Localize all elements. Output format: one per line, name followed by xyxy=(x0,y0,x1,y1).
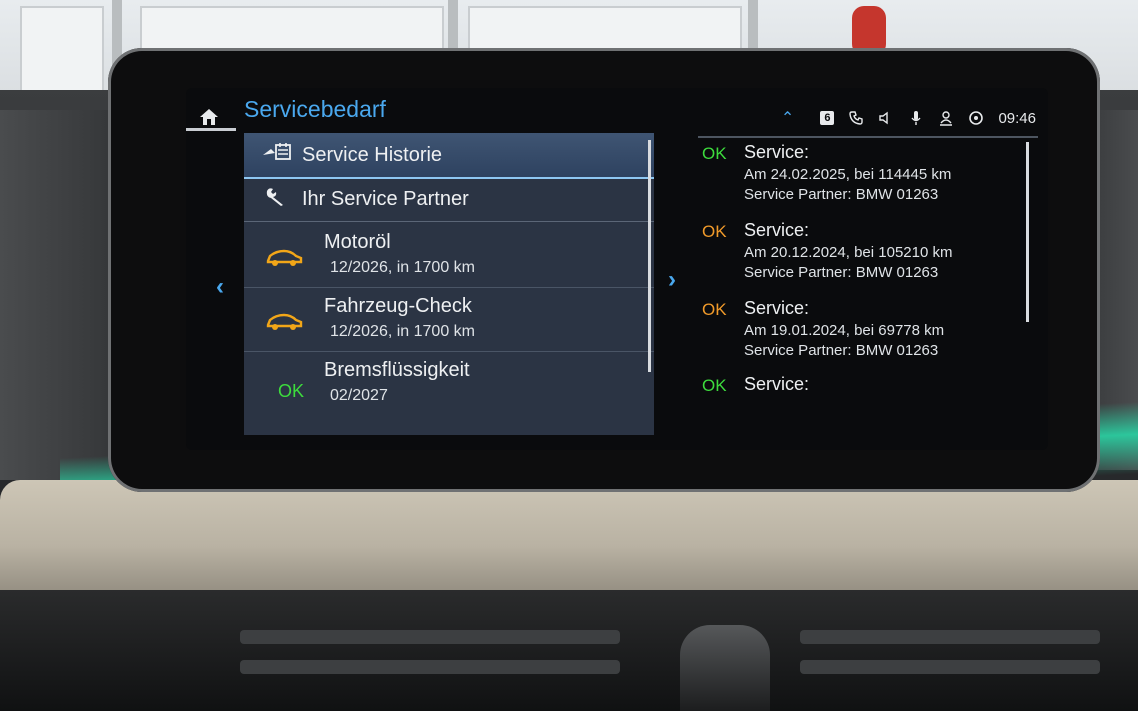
history-item[interactable]: OK Service: Am 19.01.2024, bei 69778 km … xyxy=(702,294,1022,370)
history-partner: Service Partner: BMW 01263 xyxy=(744,342,939,359)
ok-badge: OK xyxy=(702,376,727,395)
menu-item-service-historie[interactable]: Service Historie xyxy=(244,133,654,179)
history-label: Service: xyxy=(744,142,810,162)
air-vent xyxy=(240,630,620,644)
air-vent xyxy=(800,660,1100,674)
user-icon xyxy=(940,111,953,126)
history-partner: Service Partner: BMW 01263 xyxy=(744,264,939,281)
service-menu: Service Historie Ihr Service Partner Mot… xyxy=(244,133,654,435)
menu-scrollbar[interactable] xyxy=(648,140,651,372)
history-date: Am 24.02.2025, bei 114445 km xyxy=(744,166,952,183)
page-title: Servicebedarf xyxy=(244,96,386,122)
air-vent xyxy=(800,630,1100,644)
hazard-button[interactable] xyxy=(680,625,770,711)
air-vent xyxy=(240,660,620,674)
history-item[interactable]: OK Service: Am 20.12.2024, bei 105210 km… xyxy=(702,216,1022,292)
history-scrollbar[interactable] xyxy=(1026,142,1029,322)
history-item[interactable]: OK Service: xyxy=(702,370,1022,410)
home-underline xyxy=(186,128,236,131)
home-icon xyxy=(200,109,218,125)
entry-value: 12/2026, in 1700 km xyxy=(330,259,475,276)
lower-console xyxy=(0,590,1138,711)
dashboard-trim xyxy=(0,480,1138,600)
wrench-icon xyxy=(252,185,302,213)
history-date: Am 19.01.2024, bei 69778 km xyxy=(744,322,945,339)
infotainment-screen: Servicebedarf ⌃ 6 09:46 ‹ Service Histor… xyxy=(186,88,1048,450)
status-bar: ⌃ 6 09:46 xyxy=(781,106,1036,130)
entry-name: Bremsflüssigkeit xyxy=(324,359,470,381)
history-label: Service: xyxy=(744,374,810,394)
service-history-icon xyxy=(252,141,302,169)
entry-value: 02/2027 xyxy=(330,387,388,404)
menu-item-service-partner[interactable]: Ihr Service Partner xyxy=(244,177,654,222)
phone-icon xyxy=(849,111,864,125)
microphone-icon xyxy=(911,111,921,125)
speaker-icon xyxy=(879,111,889,125)
entry-name: Fahrzeug-Check xyxy=(324,295,472,317)
ok-badge: OK xyxy=(702,300,727,319)
ok-badge: OK xyxy=(702,144,727,163)
list-item-fahrzeug-check[interactable]: Fahrzeug-Check 12/2026, in 1700 km xyxy=(244,287,654,352)
nav-next-button[interactable]: › xyxy=(668,266,676,294)
home-button[interactable] xyxy=(194,98,224,126)
history-item[interactable]: OK Service: Am 24.02.2025, bei 114445 km… xyxy=(702,138,1022,214)
connected-drive-icon xyxy=(969,111,984,125)
ok-badge: OK xyxy=(278,381,305,401)
history-label: Service: xyxy=(744,298,810,318)
chevron-up-icon[interactable]: ⌃ xyxy=(781,108,794,128)
clock: 09:46 xyxy=(998,109,1036,127)
car-icon xyxy=(266,313,303,330)
notification-badge[interactable]: 6 xyxy=(820,111,835,125)
menu-item-label: Ihr Service Partner xyxy=(302,187,469,210)
list-item-motoroel[interactable]: Motoröl 12/2026, in 1700 km xyxy=(244,223,654,288)
car-icon xyxy=(266,249,303,266)
nav-prev-button[interactable]: ‹ xyxy=(216,273,224,301)
history-partner: Service Partner: BMW 01263 xyxy=(744,186,939,203)
history-label: Service: xyxy=(744,220,810,240)
ok-badge: OK xyxy=(702,222,727,241)
entry-name: Motoröl xyxy=(324,231,391,253)
entry-value: 12/2026, in 1700 km xyxy=(330,323,475,340)
window-pane xyxy=(20,6,104,100)
history-date: Am 20.12.2024, bei 105210 km xyxy=(744,244,953,261)
menu-item-label: Service Historie xyxy=(302,143,443,166)
service-history-list: OK Service: Am 24.02.2025, bei 114445 km… xyxy=(702,138,1022,428)
list-item-bremsfluessigkeit[interactable]: OK Bremsflüssigkeit 02/2027 xyxy=(244,351,654,415)
